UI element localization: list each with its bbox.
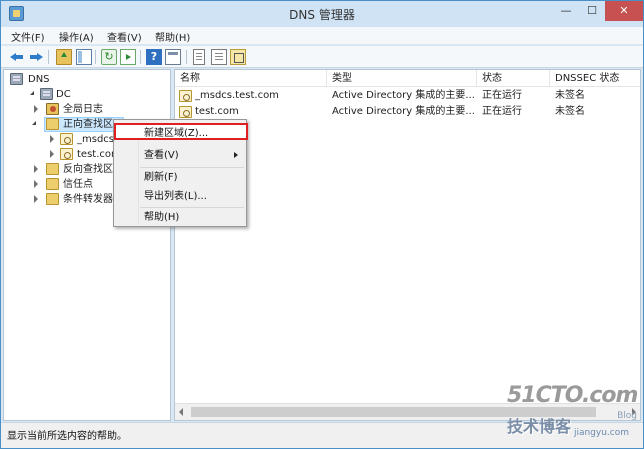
menu-file[interactable]: 文件(F) xyxy=(11,29,45,44)
menu-view[interactable]: 查看(V) xyxy=(107,29,142,44)
action-pane-icon[interactable] xyxy=(165,49,181,65)
dns-manager-window: DNS 管理器 — ☐ ✕ 文件(F) 操作(A) 查看(V) 帮助(H) ↻ … xyxy=(0,0,644,449)
menu-separator xyxy=(140,207,244,208)
submenu-arrow-icon xyxy=(234,152,238,158)
status-text: 显示当前所选内容的帮助。 xyxy=(7,431,127,442)
menu-item-refresh[interactable]: 刷新(F) xyxy=(116,169,244,186)
menu-separator xyxy=(140,167,244,168)
watermark-small: jiangyu.com xyxy=(573,428,629,438)
title-bar: DNS 管理器 — ☐ ✕ xyxy=(1,1,643,27)
menu-help[interactable]: 帮助(H) xyxy=(155,29,190,44)
tree-item-dns[interactable]: DNS xyxy=(8,72,168,87)
toolbar-divider xyxy=(140,50,141,64)
tree-label: _msdcs xyxy=(77,134,115,145)
help-icon[interactable]: ? xyxy=(146,49,162,65)
expand-arrow-icon[interactable] xyxy=(34,180,38,188)
toolbar-divider xyxy=(48,50,49,64)
properties-icon[interactable] xyxy=(230,49,246,65)
folder-icon xyxy=(46,163,59,175)
scroll-left-icon[interactable] xyxy=(179,408,183,416)
menu-item-new-zone[interactable]: 新建区域(Z)... xyxy=(114,123,248,140)
table-row[interactable]: _msdcs.test.com Active Directory 集成的主要..… xyxy=(175,88,640,104)
table-row[interactable]: test.com Active Directory 集成的主要... 正在运行 … xyxy=(175,104,640,120)
close-button[interactable]: ✕ xyxy=(605,1,643,21)
cell-type: Active Directory 集成的主要... xyxy=(332,106,475,117)
minimize-button[interactable]: — xyxy=(553,1,579,21)
toolbar-divider xyxy=(186,50,187,64)
expand-arrow-icon[interactable] xyxy=(34,105,38,113)
expand-arrow-icon[interactable] xyxy=(50,135,54,143)
dns-root-icon xyxy=(10,73,23,85)
server-icon xyxy=(40,88,53,100)
cell-dnssec: 未签名 xyxy=(555,90,585,101)
tree-label: 全局日志 xyxy=(63,104,103,115)
toolbar-divider xyxy=(95,50,96,64)
collapse-arrow-icon[interactable] xyxy=(30,91,34,95)
list-view-icon[interactable] xyxy=(193,49,205,65)
window-title: DNS 管理器 xyxy=(289,8,355,22)
watermark: 51CTO.com 技术博客 Blog jiangyu.com xyxy=(507,383,638,443)
up-folder-icon[interactable] xyxy=(56,49,72,65)
cell-name: _msdcs.test.com xyxy=(195,90,279,101)
show-hide-tree-icon[interactable] xyxy=(76,49,92,65)
cell-type: Active Directory 集成的主要... xyxy=(332,90,475,101)
zone-icon xyxy=(179,106,192,118)
watermark-sub: 技术博客 xyxy=(507,417,572,436)
menu-bar: 文件(F) 操作(A) 查看(V) 帮助(H) xyxy=(1,27,643,45)
cell-status: 正在运行 xyxy=(482,106,522,117)
tree-label: DNS xyxy=(28,74,50,85)
zone-icon xyxy=(60,133,73,145)
zone-icon xyxy=(179,90,192,102)
expand-arrow-icon[interactable] xyxy=(50,150,54,158)
column-header-dnssec[interactable]: DNSSEC 状态 xyxy=(550,70,640,87)
back-arrow-icon[interactable] xyxy=(9,49,25,65)
tree-label: 反向查找区 xyxy=(63,164,113,175)
column-header-name[interactable]: 名称 xyxy=(175,70,327,87)
watermark-main: 51CTO.com xyxy=(507,383,638,408)
column-header-status[interactable]: 状态 xyxy=(477,70,550,87)
collapse-arrow-icon[interactable] xyxy=(32,121,36,125)
tree-label: test.con xyxy=(77,149,118,160)
folder-icon xyxy=(46,178,59,190)
refresh-icon[interactable]: ↻ xyxy=(101,49,117,65)
toolbar: ↻ ? xyxy=(1,46,643,68)
column-header-type[interactable]: 类型 xyxy=(327,70,477,87)
zone-icon xyxy=(60,148,73,160)
menu-item-export-list[interactable]: 导出列表(L)... xyxy=(116,188,244,205)
menu-action[interactable]: 操作(A) xyxy=(59,29,94,44)
folder-icon xyxy=(46,193,59,205)
tree-label: 条件转发器 xyxy=(63,194,113,205)
tree-item-global-log[interactable]: 全局日志 xyxy=(8,102,168,117)
cell-name: test.com xyxy=(195,106,239,117)
menu-item-help[interactable]: 帮助(H) xyxy=(116,209,244,226)
expand-arrow-icon[interactable] xyxy=(34,165,38,173)
tree-item-dc[interactable]: DC xyxy=(8,87,168,102)
global-log-icon xyxy=(46,103,59,115)
export-list-icon[interactable] xyxy=(120,49,136,65)
context-menu: 新建区域(Z)... 查看(V) 刷新(F) 导出列表(L)... 帮助(H) xyxy=(113,119,248,227)
table-header: 名称 类型 状态 DNSSEC 状态 xyxy=(175,70,640,87)
watermark-blog: Blog xyxy=(617,411,637,421)
menu-item-view[interactable]: 查看(V) xyxy=(116,147,244,164)
detail-view-icon[interactable] xyxy=(211,49,227,65)
maximize-button[interactable]: ☐ xyxy=(579,1,605,21)
expand-arrow-icon[interactable] xyxy=(34,195,38,203)
menu-item-label: 查看(V) xyxy=(144,150,179,161)
cell-dnssec: 未签名 xyxy=(555,106,585,117)
tree-label: 信任点 xyxy=(63,179,93,190)
tree-label: DC xyxy=(56,89,71,100)
folder-icon xyxy=(46,118,59,130)
forward-arrow-icon[interactable] xyxy=(28,49,44,65)
cell-status: 正在运行 xyxy=(482,90,522,101)
tree-label: 正向查找区 xyxy=(63,119,113,130)
